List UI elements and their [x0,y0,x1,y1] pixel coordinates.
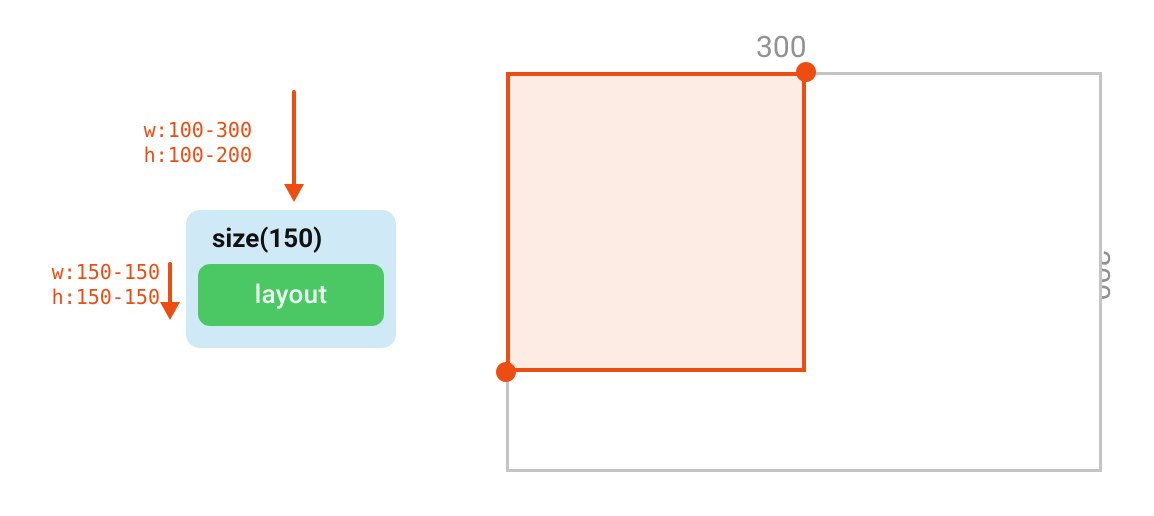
outgoing-constraints-label: w:150-150 h:150-150 [0,260,160,310]
sized-box [506,72,806,372]
max-width-label: 300 [756,30,807,65]
child-layout-pill: layout [198,264,384,326]
outgoing-constraints-width: w:150-150 [0,260,160,285]
outgoing-arrow-down-icon [158,262,182,320]
child-layout-label: layout [255,280,328,310]
outgoing-constraints-height: h:150-150 [0,285,160,310]
incoming-constraints-label: w:100-300 h:100-200 [62,118,252,168]
diagram-stage: w:100-300 h:100-200 w:150-150 h:150-150 … [0,0,1154,516]
handle-dot-bottom-left-icon [496,362,516,382]
incoming-constraints-height: h:100-200 [62,143,252,168]
constraint-visualization: 300 200 [506,72,1104,477]
handle-dot-top-right-icon [796,62,816,82]
size-node-card: size(150) layout [186,210,396,348]
size-node-title: size(150) [212,224,384,254]
incoming-arrow-down-icon [279,90,309,202]
incoming-constraints-width: w:100-300 [62,118,252,143]
